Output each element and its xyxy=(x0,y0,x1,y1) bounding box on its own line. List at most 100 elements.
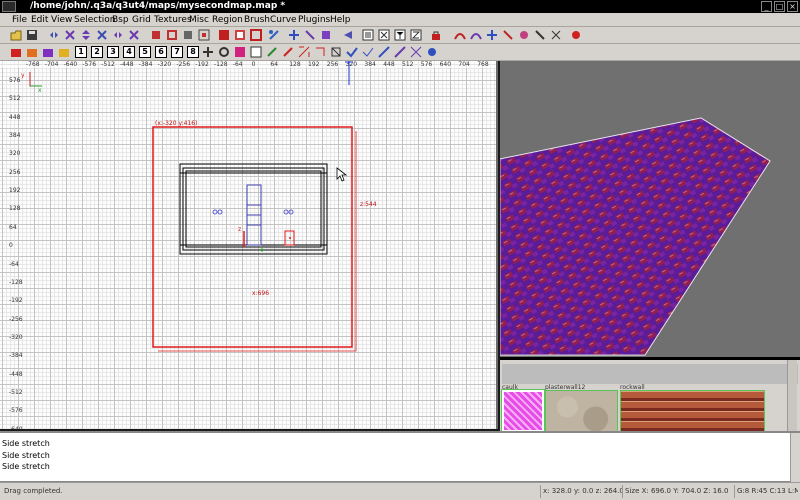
drag-icon[interactable] xyxy=(330,46,342,58)
rotate-x-icon[interactable] xyxy=(64,29,76,41)
record-icon[interactable] xyxy=(570,29,582,41)
menu-selection[interactable]: Selection xyxy=(74,13,115,27)
texture-fit-icon[interactable] xyxy=(218,46,230,58)
brush-7-sided-icon[interactable] xyxy=(426,46,438,58)
camera-canvas[interactable] xyxy=(500,61,800,357)
menu-brush[interactable]: Brush xyxy=(244,13,270,27)
view-y-icon[interactable] xyxy=(394,29,406,41)
texture-item-plasterwall12[interactable]: plasterwall12 xyxy=(545,384,618,431)
scale-icon[interactable] xyxy=(298,46,310,58)
texture-lock-icon[interactable] xyxy=(430,29,442,41)
grid-canvas[interactable]: y x (x:-320 y:416) x:696 z:544 z xyxy=(0,61,498,429)
filter-entity-icon[interactable] xyxy=(58,46,70,58)
flip-y-icon[interactable] xyxy=(80,29,92,41)
select-complete-tall-icon[interactable] xyxy=(150,29,162,41)
menu-grid[interactable]: Grid xyxy=(132,13,151,27)
menu-misc[interactable]: Misc xyxy=(189,13,209,27)
light-entity-right[interactable] xyxy=(283,209,294,215)
select-brush-icon[interactable] xyxy=(250,46,262,58)
grid-size-5-button[interactable]: 5 xyxy=(139,46,151,58)
texture-view-icon[interactable] xyxy=(304,29,316,41)
grid-size-2-button[interactable]: 2 xyxy=(91,46,103,58)
curve-cylinder-icon[interactable] xyxy=(502,29,514,41)
flip-z-icon[interactable] xyxy=(112,29,124,41)
menu-plugins[interactable]: Plugins xyxy=(298,13,330,27)
menu-view[interactable]: View xyxy=(51,13,72,27)
menu-bsp[interactable]: Bsp xyxy=(112,13,129,27)
select-touching-icon[interactable] xyxy=(166,29,178,41)
grid-size-8-button[interactable]: 8 xyxy=(187,46,199,58)
texture-item-rockwall[interactable]: rockwall xyxy=(620,384,765,431)
console-scrollbar[interactable] xyxy=(790,433,800,482)
grid-size-3-button[interactable]: 3 xyxy=(107,46,119,58)
texture-browser: caulk plasterwall12 rockwall xyxy=(500,357,800,431)
origin-point-icon xyxy=(260,248,264,252)
rockwall-thumbnail[interactable] xyxy=(620,390,765,431)
rotate-y-icon[interactable] xyxy=(96,29,108,41)
menu-region[interactable]: Region xyxy=(212,13,243,27)
menu-help[interactable]: Help xyxy=(330,13,351,27)
grid-size-4-button[interactable]: 4 xyxy=(123,46,135,58)
filter-patch-icon[interactable] xyxy=(42,46,54,58)
patch-edit-icon[interactable] xyxy=(534,29,546,41)
texture-shift-icon[interactable] xyxy=(202,46,214,58)
plasterwall-thumbnail[interactable] xyxy=(545,390,618,431)
curve-thicken-icon[interactable] xyxy=(518,29,530,41)
ruler-x-label: 832 xyxy=(496,61,498,68)
entity-list-icon[interactable] xyxy=(362,29,374,41)
main-toolbar xyxy=(0,27,800,44)
snap-icon[interactable] xyxy=(346,46,358,58)
room-wall-brush[interactable] xyxy=(182,167,325,251)
select-face-icon[interactable] xyxy=(234,46,246,58)
selection-width-label: x:696 xyxy=(252,290,269,297)
camera-view-3d[interactable] xyxy=(500,61,800,357)
csg-merge-icon[interactable] xyxy=(234,29,246,41)
menu-file[interactable]: File xyxy=(12,13,27,27)
open-icon[interactable] xyxy=(10,29,22,41)
filter-red-icon[interactable] xyxy=(10,46,22,58)
texture-scrollbar[interactable] xyxy=(787,360,797,431)
filter-brush-icon[interactable] xyxy=(26,46,38,58)
maximize-icon[interactable]: □ xyxy=(774,1,785,12)
menu-edit[interactable]: Edit xyxy=(31,13,48,27)
menu-curve[interactable]: Curve xyxy=(270,13,297,27)
grid-size-7-button[interactable]: 7 xyxy=(171,46,183,58)
room-inner-brush[interactable] xyxy=(185,170,322,248)
view-z-icon[interactable] xyxy=(410,29,422,41)
cubic-clip-icon[interactable] xyxy=(320,29,332,41)
brush-5-sided-icon[interactable] xyxy=(394,46,406,58)
grid-size-1-button[interactable]: 1 xyxy=(75,46,87,58)
change-view-icon[interactable] xyxy=(288,29,300,41)
window-menu-icon[interactable] xyxy=(2,1,16,12)
brush-4-sided-icon[interactable] xyxy=(378,46,390,58)
brush-6-sided-icon[interactable] xyxy=(410,46,422,58)
select-inside-icon[interactable] xyxy=(198,29,210,41)
view-x-icon[interactable] xyxy=(378,29,390,41)
room-outer-brush[interactable] xyxy=(179,163,328,255)
brush-3-sided-icon[interactable] xyxy=(362,46,374,58)
hollow-icon[interactable] xyxy=(250,29,262,41)
flip-x-icon[interactable] xyxy=(48,29,60,41)
rotate-icon[interactable] xyxy=(314,46,326,58)
rotate-z-icon[interactable] xyxy=(128,29,140,41)
curve-bevel-icon[interactable] xyxy=(470,29,482,41)
select-edge-icon[interactable] xyxy=(282,46,294,58)
grid-size-6-button[interactable]: 6 xyxy=(155,46,167,58)
csg-subtract-icon[interactable] xyxy=(218,29,230,41)
status-coords: x: 328.0 y: 0.0 z: 264.0 xyxy=(540,485,622,498)
texture-item-caulk[interactable]: caulk xyxy=(501,384,545,431)
curve-patch-icon[interactable] xyxy=(454,29,466,41)
camera-icon[interactable] xyxy=(342,29,354,41)
caulk-thumbnail[interactable] xyxy=(501,389,545,431)
save-icon[interactable] xyxy=(26,29,38,41)
patch-drill-icon[interactable] xyxy=(550,29,562,41)
select-vertex-icon[interactable] xyxy=(266,46,278,58)
minimize-icon[interactable]: _ xyxy=(761,1,772,12)
close-icon[interactable]: × xyxy=(787,1,798,12)
curve-endcap-icon[interactable] xyxy=(486,29,498,41)
clipper-icon[interactable] xyxy=(268,29,280,41)
light-entity-left[interactable] xyxy=(212,209,223,215)
grid-view-2d[interactable]: -768 -704 -640 -576 -512 -448 -384 -320 -256 -192… xyxy=(0,61,498,429)
menu-textures[interactable]: Textures xyxy=(154,13,192,27)
select-partial-tall-icon[interactable] xyxy=(182,29,194,41)
